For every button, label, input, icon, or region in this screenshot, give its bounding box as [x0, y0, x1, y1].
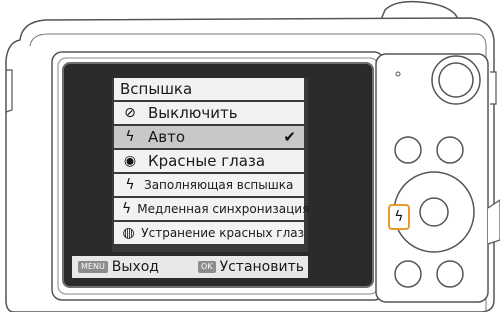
- menu-item-label: Устранение красных глаз: [141, 226, 304, 240]
- exit-hint[interactable]: MENU Выход: [78, 259, 159, 275]
- flash-off-icon: ⊘: [124, 105, 136, 121]
- menu-item-slow-sync[interactable]: ϟ Медленная синхронизация: [114, 198, 309, 220]
- flash-button-highlight[interactable]: ϟ: [388, 204, 410, 230]
- menu-item-label: Выключить: [148, 104, 238, 122]
- ok-key-badge: OK: [198, 261, 216, 273]
- set-label: Установить: [219, 259, 304, 275]
- menu-item-label: Авто: [148, 128, 186, 146]
- menu-item-label: Медленная синхронизация: [137, 202, 310, 216]
- menu-item-flash-auto[interactable]: ϟ Авто ✔: [114, 126, 304, 148]
- menu-item-flash-off[interactable]: ⊘ Выключить: [114, 102, 304, 124]
- camera-illustration: Вспышка ⊘ Выключить ϟ Авто ✔ ◉ Красные г…: [0, 0, 500, 312]
- menu-item-red-eye-fix[interactable]: ◍ Устранение красных глаз: [114, 222, 304, 244]
- menu-item-label: Красные глаза: [148, 152, 266, 170]
- set-hint[interactable]: OK Установить: [198, 259, 304, 275]
- fill-flash-icon: ϟ: [125, 177, 135, 193]
- red-eye-fix-icon: ◍: [122, 225, 135, 241]
- menu-key-badge: MENU: [78, 261, 108, 273]
- menu-item-red-eye[interactable]: ◉ Красные глаза: [114, 150, 304, 172]
- menu-item-label: Заполняющая вспышка: [144, 178, 294, 192]
- bottom-bar: MENU Выход OK Установить: [72, 256, 308, 278]
- flash-auto-icon: ϟ: [125, 129, 135, 145]
- check-icon: ✔: [283, 128, 296, 146]
- red-eye-icon: ◉: [123, 153, 137, 169]
- flash-icon: ϟ: [394, 209, 404, 225]
- lcd-screen: Вспышка ⊘ Выключить ϟ Авто ✔ ◉ Красные г…: [62, 62, 374, 288]
- exit-label: Выход: [111, 259, 159, 275]
- menu-title: Вспышка: [114, 78, 304, 100]
- menu-item-fill-flash[interactable]: ϟ Заполняющая вспышка: [114, 174, 304, 196]
- slow-sync-icon: ϟ: [122, 201, 132, 217]
